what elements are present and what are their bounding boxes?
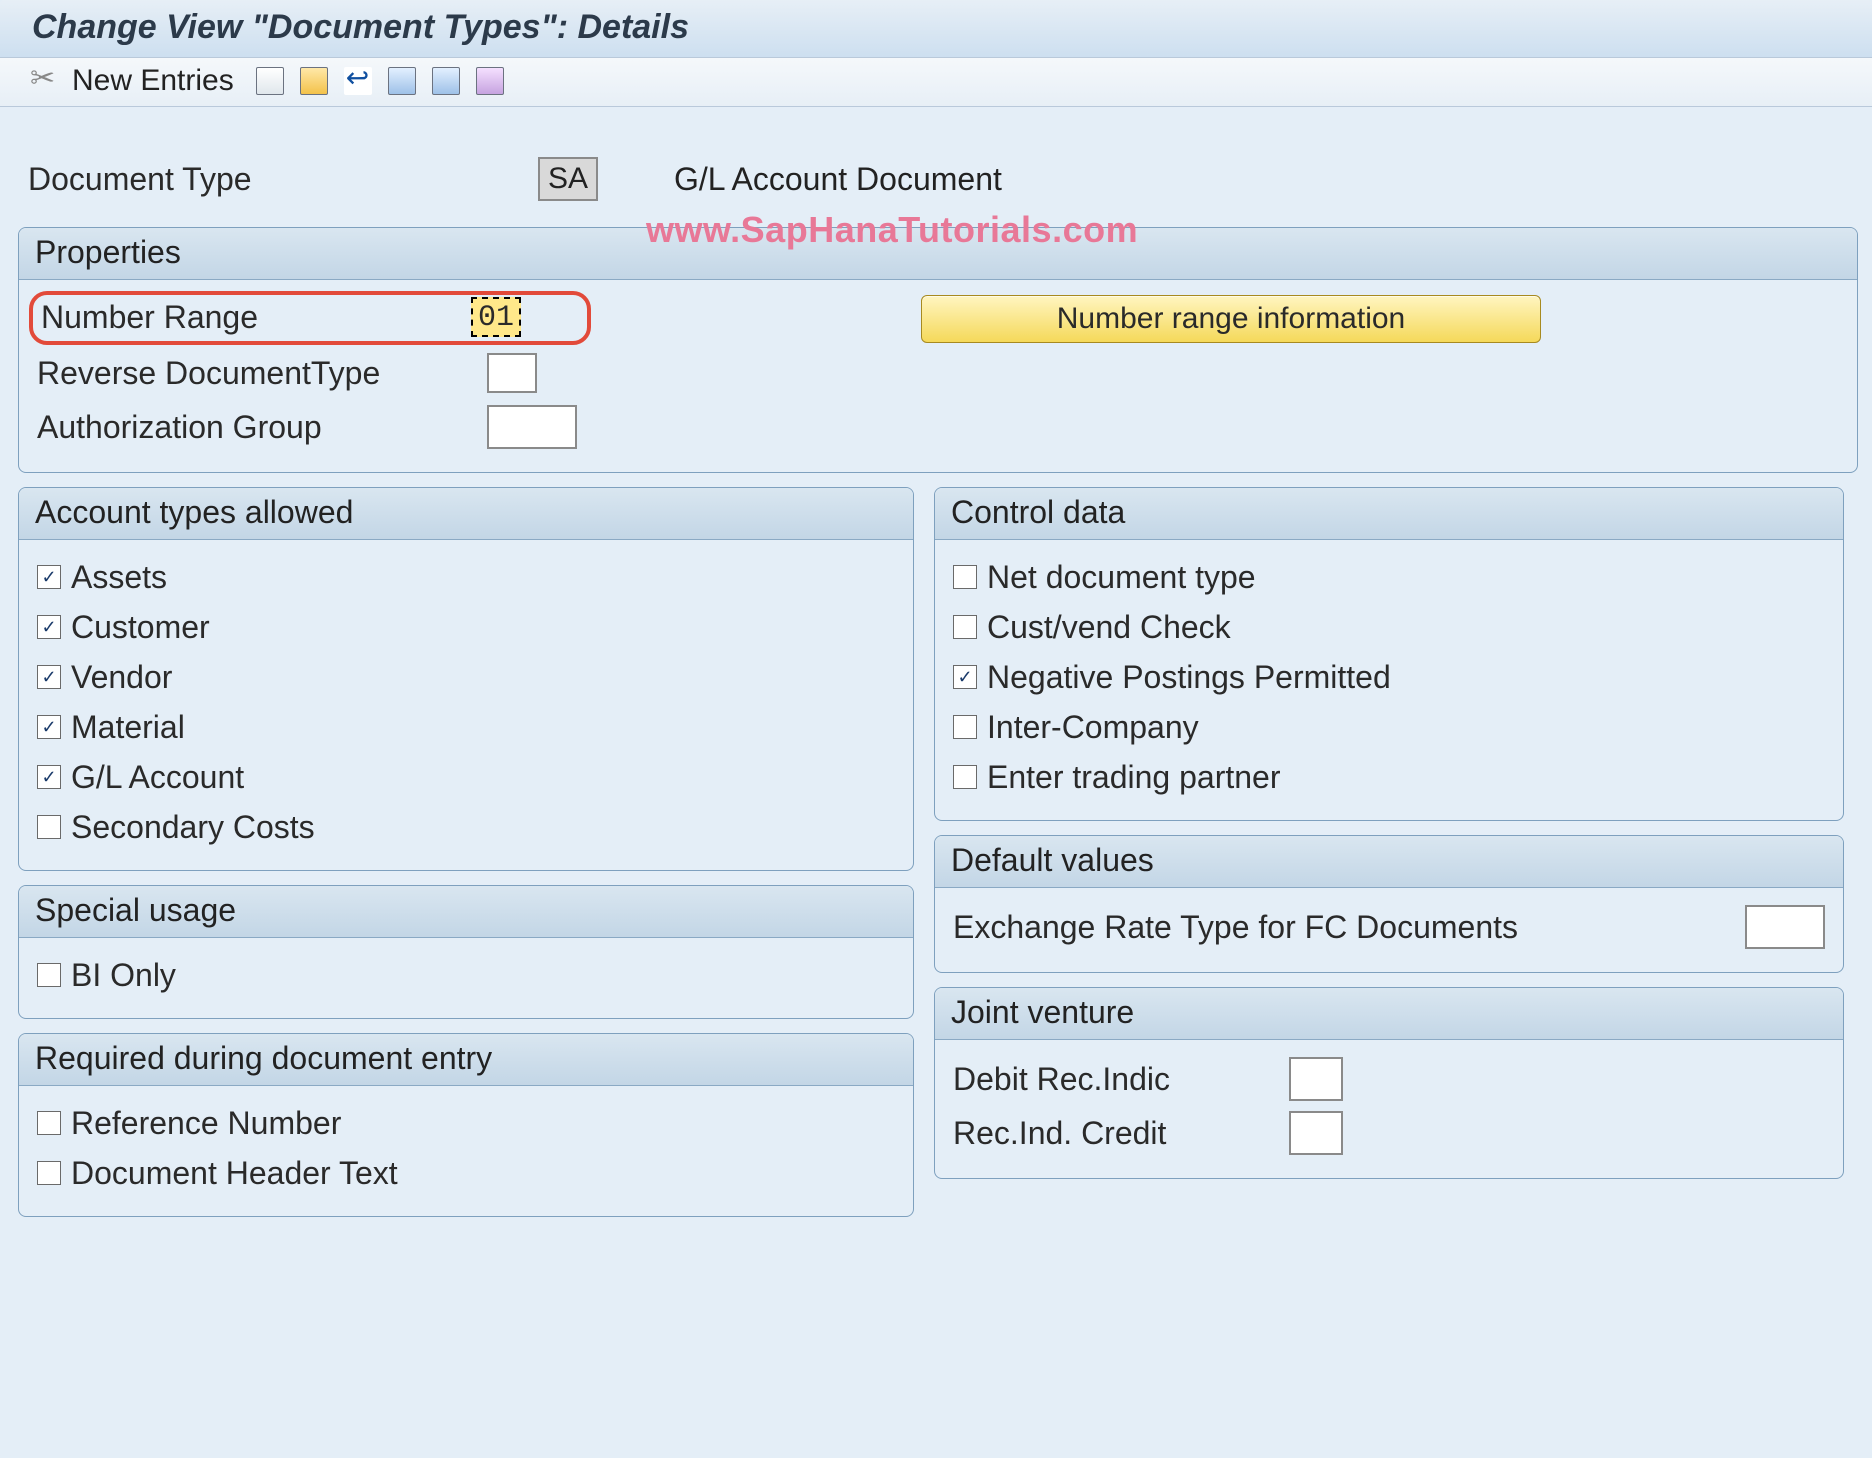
debit-rec-indic-label: Debit Rec.Indic — [953, 1061, 1273, 1098]
customer-checkbox[interactable] — [37, 615, 61, 639]
required-entry-panel: Required during document entry Reference… — [18, 1033, 914, 1217]
toolbar: New Entries — [0, 58, 1872, 107]
rec-ind-credit-field[interactable] — [1289, 1111, 1343, 1155]
negative-postings-checkbox[interactable] — [953, 665, 977, 689]
cust-vend-check-checkbox[interactable] — [953, 615, 977, 639]
gl-account-checkbox[interactable] — [37, 765, 61, 789]
delete-icon[interactable] — [300, 67, 328, 95]
document-type-label: Document Type — [28, 161, 498, 198]
special-usage-panel: Special usage BI Only — [18, 885, 914, 1019]
exchange-rate-type-field[interactable] — [1745, 905, 1825, 949]
debit-rec-indic-field[interactable] — [1289, 1057, 1343, 1101]
number-range-information-button[interactable]: Number range information — [921, 295, 1541, 343]
assets-checkbox[interactable] — [37, 565, 61, 589]
joint-venture-heading: Joint venture — [935, 988, 1843, 1040]
enter-trading-partner-checkbox[interactable] — [953, 765, 977, 789]
authorization-group-label: Authorization Group — [37, 409, 477, 446]
assets-label: Assets — [71, 559, 167, 596]
reverse-document-type-label: Reverse DocumentType — [37, 355, 477, 392]
default-values-panel: Default values Exchange Rate Type for FC… — [934, 835, 1844, 973]
document-type-value: SA — [538, 157, 598, 201]
default-values-heading: Default values — [935, 836, 1843, 888]
display-change-icon[interactable] — [30, 67, 58, 95]
number-range-highlight: Number Range 01 — [29, 291, 591, 345]
authorization-group-field[interactable] — [487, 405, 577, 449]
copy-as-icon[interactable] — [256, 67, 284, 95]
properties-panel: Properties Number Range 01 Number range … — [18, 227, 1858, 473]
inter-company-label: Inter-Company — [987, 709, 1199, 746]
control-data-panel: Control data Net document type Cust/vend… — [934, 487, 1844, 821]
gl-account-label: G/L Account — [71, 759, 244, 796]
other-entry-icon[interactable] — [476, 67, 504, 95]
vendor-label: Vendor — [71, 659, 172, 696]
next-entry-icon[interactable] — [432, 67, 460, 95]
control-data-heading: Control data — [935, 488, 1843, 540]
document-header-text-checkbox[interactable] — [37, 1161, 61, 1185]
reference-number-checkbox[interactable] — [37, 1111, 61, 1135]
number-range-label: Number Range — [41, 299, 471, 336]
cust-vend-check-label: Cust/vend Check — [987, 609, 1231, 646]
previous-entry-icon[interactable] — [388, 67, 416, 95]
new-entries-button[interactable]: New Entries — [72, 64, 234, 98]
customer-label: Customer — [71, 609, 210, 646]
required-entry-heading: Required during document entry — [19, 1034, 913, 1086]
page-title: Change View "Document Types": Details — [0, 0, 1872, 58]
account-types-heading: Account types allowed — [19, 488, 913, 540]
document-header-text-label: Document Header Text — [71, 1155, 398, 1192]
bi-only-checkbox[interactable] — [37, 963, 61, 987]
reference-number-label: Reference Number — [71, 1105, 341, 1142]
enter-trading-partner-label: Enter trading partner — [987, 759, 1281, 796]
net-document-type-checkbox[interactable] — [953, 565, 977, 589]
material-checkbox[interactable] — [37, 715, 61, 739]
bi-only-label: BI Only — [71, 957, 176, 994]
reverse-document-type-field[interactable] — [487, 353, 537, 393]
negative-postings-label: Negative Postings Permitted — [987, 659, 1391, 696]
number-range-field[interactable]: 01 — [471, 297, 521, 337]
net-document-type-label: Net document type — [987, 559, 1256, 596]
rec-ind-credit-label: Rec.Ind. Credit — [953, 1115, 1273, 1152]
account-types-panel: Account types allowed Assets Customer Ve… — [18, 487, 914, 871]
document-type-description: G/L Account Document — [674, 161, 1002, 198]
secondary-costs-checkbox[interactable] — [37, 815, 61, 839]
material-label: Material — [71, 709, 185, 746]
exchange-rate-type-label: Exchange Rate Type for FC Documents — [953, 909, 1729, 946]
watermark-text: www.SapHanaTutorials.com — [646, 209, 1138, 251]
undo-icon[interactable] — [344, 67, 372, 95]
secondary-costs-label: Secondary Costs — [71, 809, 315, 846]
special-usage-heading: Special usage — [19, 886, 913, 938]
joint-venture-panel: Joint venture Debit Rec.Indic Rec.Ind. C… — [934, 987, 1844, 1179]
inter-company-checkbox[interactable] — [953, 715, 977, 739]
vendor-checkbox[interactable] — [37, 665, 61, 689]
